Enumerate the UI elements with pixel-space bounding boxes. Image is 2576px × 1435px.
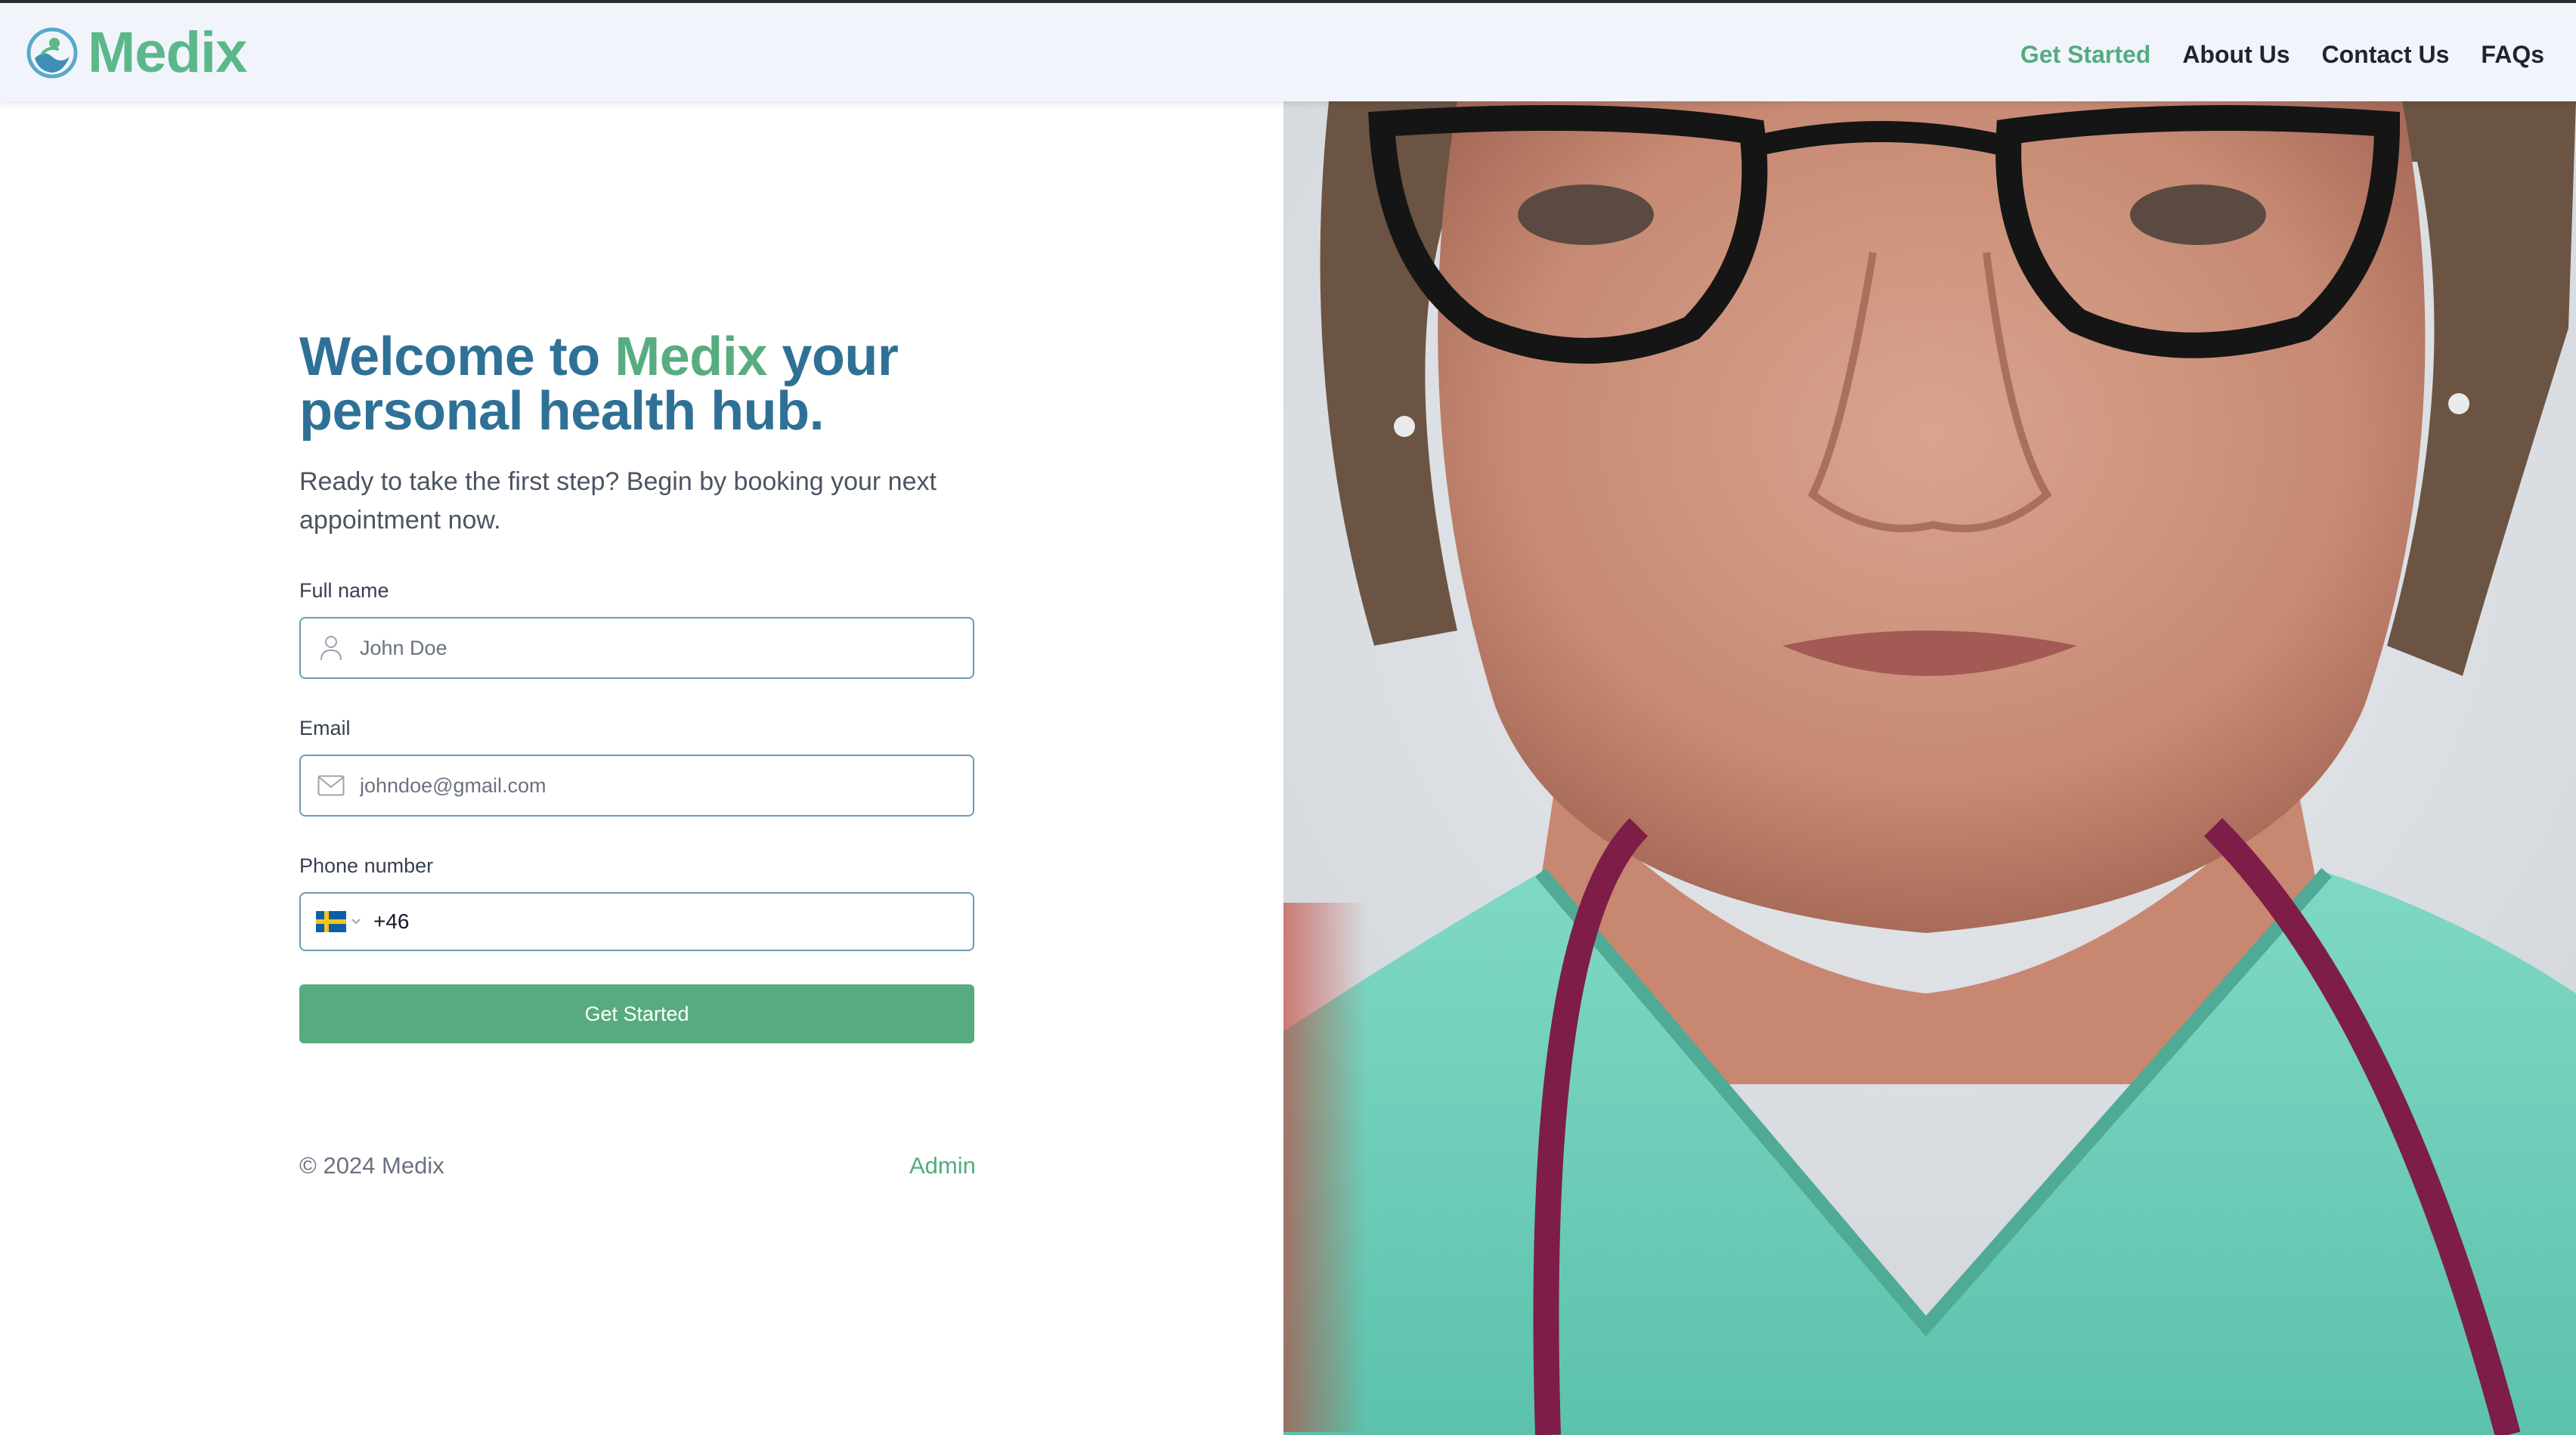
medix-logo-icon xyxy=(26,27,78,79)
nav-about-us[interactable]: About Us xyxy=(2182,33,2290,76)
brand-logo[interactable]: Medix xyxy=(26,20,247,85)
full-name-label: Full name xyxy=(299,579,389,602)
nav-get-started[interactable]: Get Started xyxy=(2020,33,2150,76)
phone-label: Phone number xyxy=(299,854,434,877)
nav-contact-us[interactable]: Contact Us xyxy=(2322,33,2450,76)
hero-title-part1: Welcome to xyxy=(299,327,615,387)
email-input[interactable] xyxy=(360,756,973,815)
hero-subtitle: Ready to take the first step? Begin by b… xyxy=(299,467,937,535)
sweden-flag-icon xyxy=(316,911,346,932)
doctor-portrait-image xyxy=(1283,101,2576,1435)
mail-icon xyxy=(316,770,346,801)
chevron-down-icon xyxy=(351,919,361,925)
get-started-button[interactable]: Get Started xyxy=(299,984,974,1043)
email-label: Email xyxy=(299,717,351,739)
hero-title-brand: Medix xyxy=(615,327,767,387)
brand-name: Medix xyxy=(88,20,247,85)
admin-link[interactable]: Admin xyxy=(909,1152,976,1179)
country-selector[interactable] xyxy=(316,911,361,932)
nav-faqs[interactable]: FAQs xyxy=(2481,33,2544,76)
email-field[interactable] xyxy=(299,755,974,817)
hero-title: Welcome to Medix your personal health hu… xyxy=(299,330,980,439)
full-name-field[interactable] xyxy=(299,617,974,679)
phone-input[interactable] xyxy=(373,894,973,950)
full-name-input[interactable] xyxy=(360,618,973,677)
main-nav: Get Started About Us Contact Us FAQs xyxy=(2020,33,2544,76)
footer-copyright: © 2024 Medix xyxy=(299,1152,444,1179)
phone-field[interactable] xyxy=(299,892,974,951)
top-navigation-bar: Medix Get Started About Us Contact Us FA… xyxy=(0,0,2576,101)
user-icon xyxy=(316,633,346,663)
